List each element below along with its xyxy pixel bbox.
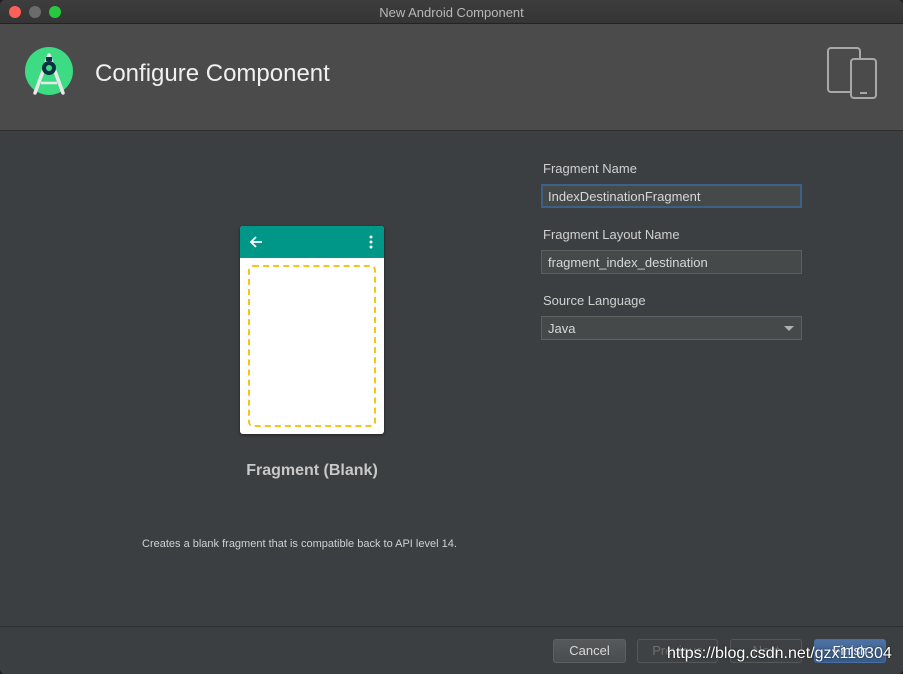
template-description: Creates a blank fragment that is compati… <box>142 538 457 550</box>
fragment-name-label: Fragment Name <box>543 161 637 176</box>
layout-name-label: Fragment Layout Name <box>543 227 680 242</box>
dialog-header: Configure Component <box>0 24 903 131</box>
dialog-window: New Android Component Configure Componen… <box>0 0 903 674</box>
fragment-placeholder <box>248 265 376 427</box>
source-language-value: Java <box>548 321 576 336</box>
source-language-label: Source Language <box>543 293 646 308</box>
template-preview <box>240 226 384 434</box>
template-name: Fragment (Blank) <box>246 462 378 479</box>
tablet-phone-icon <box>827 47 877 99</box>
page-title: Configure Component <box>95 60 330 87</box>
main-panel: Fragment (Blank) Creates a blank fragmen… <box>0 132 903 626</box>
preview-toolbar <box>240 226 384 258</box>
watermark-text: https://blog.csdn.net/gzx110304 <box>667 645 892 662</box>
android-studio-icon <box>25 47 73 95</box>
source-language-select[interactable]: Java <box>541 316 802 340</box>
layout-name-input[interactable] <box>541 250 802 274</box>
title-bar: New Android Component <box>0 0 903 24</box>
window-title: New Android Component <box>379 5 524 20</box>
chevron-down-icon <box>784 326 794 331</box>
cancel-button[interactable]: Cancel <box>553 639 626 663</box>
more-vert-icon <box>369 235 373 249</box>
fragment-name-input[interactable] <box>541 184 802 208</box>
arrow-back-icon <box>249 236 262 248</box>
